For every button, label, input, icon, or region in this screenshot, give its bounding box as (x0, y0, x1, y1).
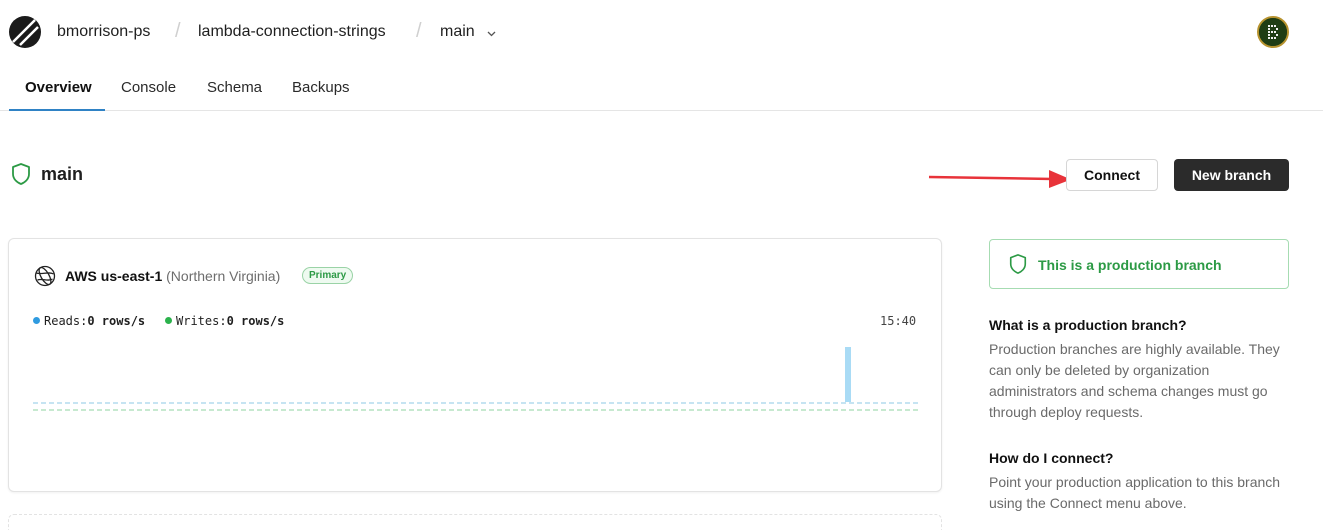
page-title: main (41, 164, 84, 184)
writes-metric: Writes:0 rows/s (165, 314, 284, 328)
annotation-arrow (928, 170, 1071, 188)
tab-bar: Overview Console Schema Backups (0, 64, 1323, 111)
region-detail: (Northern Virginia) (166, 268, 281, 284)
region-code: AWS us-east-1 (65, 268, 163, 284)
tab-overview[interactable]: Overview (25, 79, 92, 97)
logo-icon[interactable] (8, 15, 42, 49)
top-bar: bmorrison-ps / lambda-connection-strings… (0, 0, 1323, 64)
faq-question: How do I connect? (989, 450, 1114, 466)
activity-spike (845, 347, 851, 402)
faq-question: What is a production branch? (989, 317, 1187, 333)
breadcrumb-org[interactable]: bmorrison-ps (57, 23, 150, 41)
region-card: AWS us-east-1 (Northern Virginia) Primar… (8, 238, 942, 492)
avatar[interactable] (1257, 16, 1289, 48)
breadcrumb-separator: / (175, 20, 181, 42)
production-notice: This is a production branch (989, 239, 1289, 289)
reads-label: Reads: (44, 314, 88, 328)
reads-legend-dot (33, 317, 40, 324)
tab-schema[interactable]: Schema (207, 79, 262, 97)
faq-answer: Point your production application to thi… (989, 474, 1281, 511)
chevron-down-icon[interactable] (486, 26, 497, 37)
secondary-card (8, 514, 942, 530)
new-branch-button[interactable]: New branch (1174, 159, 1289, 191)
writes-legend-dot (165, 317, 172, 324)
tab-console[interactable]: Console (121, 79, 176, 97)
shield-icon (1008, 253, 1028, 280)
faq-answer: Production branches are highly available… (989, 341, 1280, 420)
reads-metric: Reads:0 rows/s (33, 314, 145, 328)
breadcrumb-branch[interactable]: main (440, 23, 475, 41)
writes-label: Writes: (176, 314, 227, 328)
active-tab-indicator (9, 109, 105, 111)
reads-value: 0 rows/s (87, 314, 146, 328)
region-name: AWS us-east-1 (Northern Virginia) (65, 268, 280, 285)
shield-icon (10, 162, 32, 191)
chart-timestamp: 15:40 (880, 314, 917, 328)
breadcrumb-separator: / (416, 20, 422, 42)
connect-button[interactable]: Connect (1066, 159, 1158, 191)
activity-sparkline (33, 347, 918, 411)
production-notice-label: This is a production branch (1038, 257, 1222, 273)
primary-badge: Primary (302, 267, 354, 284)
writes-value: 0 rows/s (226, 314, 285, 328)
globe-icon (34, 265, 56, 287)
tab-backups[interactable]: Backups (292, 79, 350, 97)
breadcrumb-database[interactable]: lambda-connection-strings (198, 23, 386, 41)
